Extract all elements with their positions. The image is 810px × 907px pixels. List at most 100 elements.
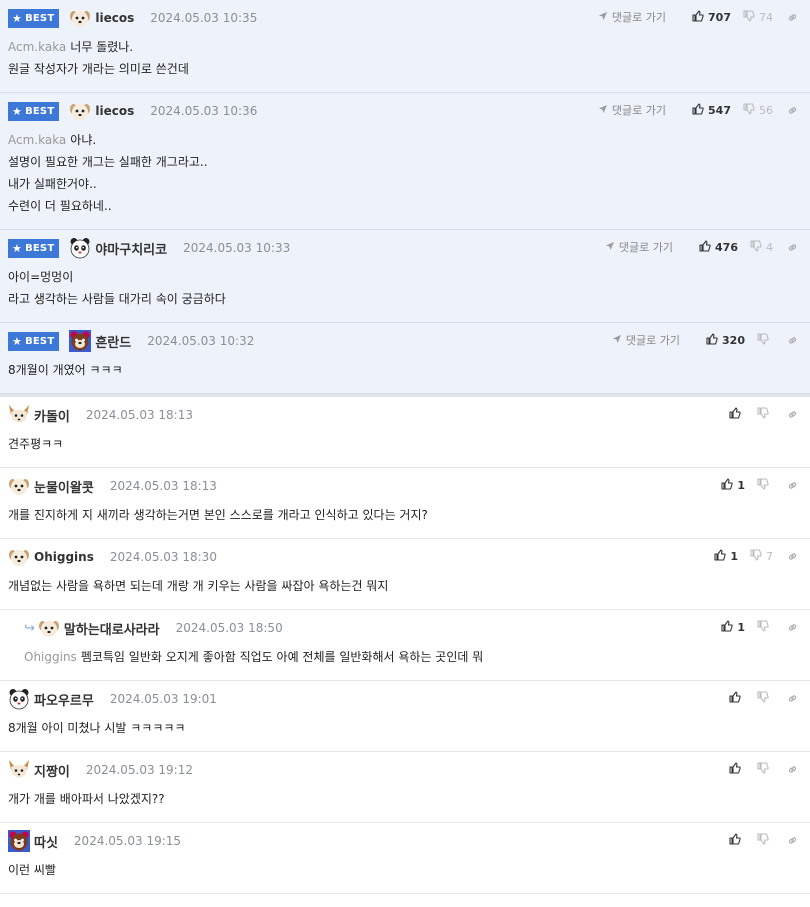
- thumbs-up-icon: [692, 9, 704, 25]
- downvote-count: 4: [766, 240, 773, 254]
- avatar[interactable]: [8, 546, 30, 568]
- author-nick[interactable]: 따싯: [34, 832, 58, 851]
- avatar[interactable]: [8, 830, 30, 852]
- downvote-button[interactable]: 56: [743, 102, 773, 118]
- downvote-count: 7: [766, 549, 773, 563]
- upvote-button[interactable]: [729, 690, 745, 706]
- thumbs-up-icon: [721, 619, 733, 635]
- author-nick[interactable]: 지짱이: [34, 761, 70, 780]
- avatar[interactable]: [69, 100, 91, 122]
- thumbs-up-icon: [699, 239, 711, 255]
- downvote-button[interactable]: [757, 332, 773, 348]
- link-icon[interactable]: [787, 480, 798, 491]
- upvote-button[interactable]: [729, 406, 745, 422]
- link-icon[interactable]: [787, 764, 798, 775]
- thumbs-down-icon: [757, 832, 769, 848]
- link-icon[interactable]: [787, 835, 798, 846]
- avatar[interactable]: [69, 330, 92, 352]
- avatar[interactable]: [8, 475, 30, 497]
- thumbs-up-icon: [729, 761, 741, 777]
- link-icon[interactable]: [787, 335, 798, 346]
- mention[interactable]: Acm.kaka: [8, 133, 66, 147]
- downvote-button[interactable]: [757, 406, 773, 422]
- author-nick[interactable]: liecos: [95, 11, 134, 25]
- avatar[interactable]: [8, 688, 30, 710]
- upvote-button[interactable]: 707: [692, 9, 731, 25]
- link-icon[interactable]: [787, 242, 798, 253]
- reply-comment: ↪ 말하는대로사라라 2024.05.03 18:50 1 Ohiggins 펨코…: [0, 610, 810, 681]
- upvote-count: 547: [708, 103, 731, 117]
- mention[interactable]: Ohiggins: [24, 650, 77, 664]
- star-icon: ★: [12, 11, 23, 25]
- upvote-count: 1: [737, 478, 745, 492]
- avatar[interactable]: [69, 237, 91, 259]
- downvote-button[interactable]: [757, 832, 773, 848]
- downvote-button[interactable]: [757, 477, 773, 493]
- downvote-button[interactable]: 74: [743, 9, 773, 25]
- link-icon[interactable]: [787, 409, 798, 420]
- comment-body: 8개월 아이 미쳤나 시발 ㅋㅋㅋㅋㅋ: [0, 715, 810, 751]
- upvote-count: 476: [715, 240, 738, 254]
- avatar[interactable]: [69, 7, 91, 29]
- downvote-button[interactable]: [757, 619, 773, 635]
- thumbs-up-icon: [729, 690, 741, 706]
- comment-body: 아이=멍멍이 라고 생각하는 사람들 대가리 속이 궁금하다: [0, 264, 810, 322]
- avatar[interactable]: [8, 404, 30, 426]
- author-nick[interactable]: 흔란드: [95, 332, 131, 351]
- upvote-count: 320: [722, 333, 745, 347]
- upvote-button[interactable]: 1: [721, 619, 745, 635]
- goto-comment-link[interactable]: 댓글로 가기: [605, 239, 673, 255]
- comment: Ohiggins 2024.05.03 18:30 1 7 개념없는 사람을 욕…: [0, 539, 810, 610]
- link-icon[interactable]: [787, 12, 798, 23]
- downvote-button[interactable]: 7: [750, 548, 773, 564]
- arrow-icon: [605, 241, 615, 254]
- comment-line: 견주평ㅋㅋ: [8, 437, 64, 451]
- thumbs-down-icon: [743, 9, 755, 25]
- star-icon: ★: [12, 241, 23, 255]
- comment-line: 설명이 필요한 개그는 실패한 개그라고..: [8, 155, 208, 169]
- author-nick[interactable]: 말하는대로사라라: [64, 619, 160, 638]
- comment-date: 2024.05.03 18:30: [109, 550, 217, 564]
- upvote-button[interactable]: 547: [692, 102, 731, 118]
- link-icon[interactable]: [787, 693, 798, 704]
- downvote-button[interactable]: [757, 761, 773, 777]
- author-nick[interactable]: liecos: [95, 104, 134, 118]
- comment: ★ BEST liecos 2024.05.03 10:35 댓글로 가기 707…: [0, 0, 810, 93]
- goto-comment-link[interactable]: 댓글로 가기: [612, 332, 680, 348]
- thumbs-down-icon: [757, 619, 769, 635]
- upvote-button[interactable]: [729, 832, 745, 848]
- comment-date: 2024.05.03 10:35: [150, 11, 258, 25]
- author-nick[interactable]: 야마구치리코: [95, 239, 167, 258]
- best-badge: ★ BEST: [8, 101, 60, 121]
- upvote-button[interactable]: 1: [721, 477, 745, 493]
- avatar[interactable]: [8, 759, 30, 781]
- comment: 카돌이 2024.05.03 18:13 견주평ㅋㅋ: [0, 397, 810, 468]
- comment-body: 이런 씨빨: [0, 857, 810, 893]
- comment-list: ★ BEST liecos 2024.05.03 10:35 댓글로 가기 707…: [0, 0, 810, 894]
- avatar[interactable]: [38, 617, 60, 639]
- comment-line: 개가 개를 배아파서 나았겠지??: [8, 792, 165, 806]
- upvote-button[interactable]: 476: [699, 239, 738, 255]
- link-icon[interactable]: [787, 105, 798, 116]
- comment-line: 8개월이 개였어 ㅋㅋㅋ: [8, 363, 123, 377]
- goto-comment-link[interactable]: 댓글로 가기: [598, 9, 666, 25]
- comment: 파오우르무 2024.05.03 19:01 8개월 아이 미쳤나 시발 ㅋㅋㅋ…: [0, 681, 810, 752]
- author-nick[interactable]: 카돌이: [34, 406, 70, 425]
- author-nick[interactable]: 눈물이왈콧: [34, 477, 94, 496]
- thumbs-up-icon: [729, 832, 741, 848]
- mention[interactable]: Acm.kaka: [8, 40, 66, 54]
- link-icon[interactable]: [787, 551, 798, 562]
- upvote-button[interactable]: [729, 761, 745, 777]
- arrow-icon: [598, 11, 608, 24]
- comment-date: 2024.05.03 10:33: [183, 241, 291, 255]
- comment-line: Acm.kaka 아냐.: [8, 133, 97, 147]
- downvote-button[interactable]: 4: [750, 239, 773, 255]
- link-icon[interactable]: [787, 622, 798, 633]
- author-nick[interactable]: Ohiggins: [34, 550, 94, 564]
- star-icon: ★: [12, 104, 23, 118]
- goto-comment-link[interactable]: 댓글로 가기: [598, 102, 666, 118]
- downvote-button[interactable]: [757, 690, 773, 706]
- upvote-button[interactable]: 1: [714, 548, 738, 564]
- upvote-button[interactable]: 320: [706, 332, 745, 348]
- author-nick[interactable]: 파오우르무: [34, 690, 94, 709]
